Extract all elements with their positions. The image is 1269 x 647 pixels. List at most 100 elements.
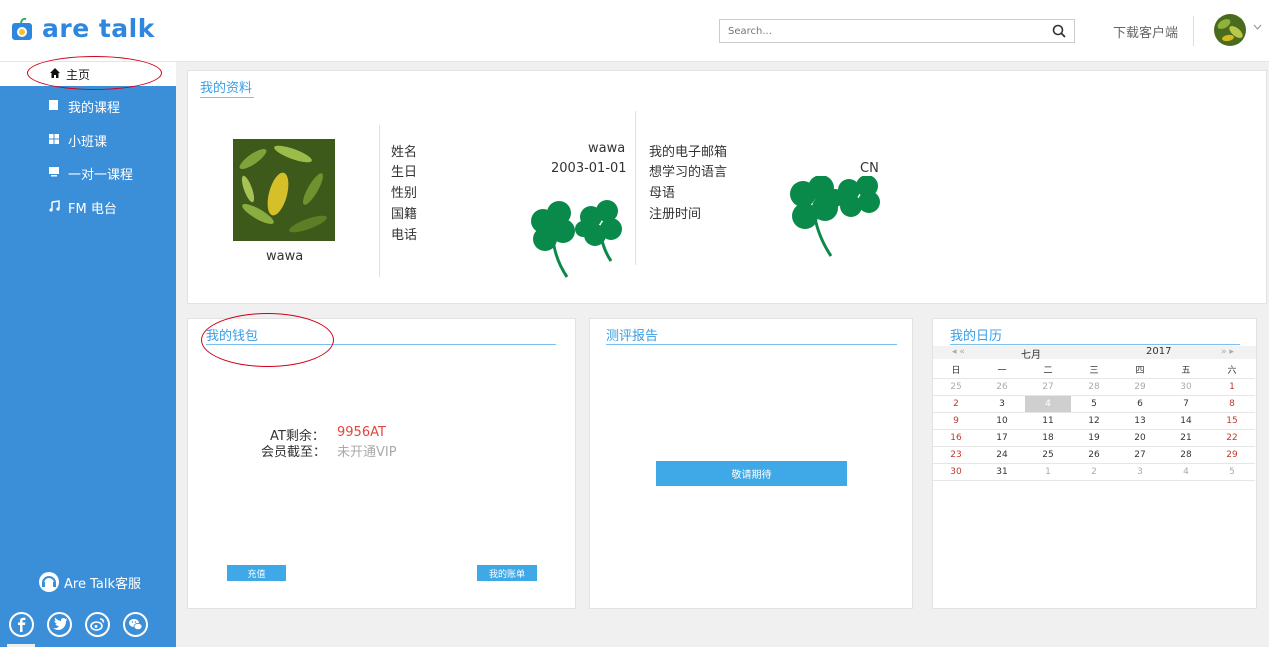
calendar-day[interactable]: 26 (979, 378, 1025, 396)
logo[interactable]: are talk (10, 14, 155, 43)
calendar-day[interactable]: 6 (1117, 395, 1163, 413)
sidebar-item-fm-radio[interactable]: FM 电台 (0, 192, 176, 222)
profile-title-underline (200, 97, 254, 98)
calendar-day[interactable]: 28 (1163, 446, 1209, 464)
calendar-week-row: 16 17 18 19 20 21 22 (933, 429, 1255, 447)
calendar-weekday: 日 (933, 361, 979, 379)
calendar-day[interactable]: 3 (979, 395, 1025, 413)
wallet-title: 我的钱包 (206, 329, 259, 344)
sidebar-item-label: 小班课 (68, 135, 108, 150)
phone-label: 电话 (391, 228, 418, 243)
calendar-day[interactable]: 14 (1163, 412, 1209, 430)
twitter-icon[interactable] (47, 612, 72, 637)
calendar-day[interactable]: 24 (979, 446, 1025, 464)
calendar-prev-button[interactable]: ◂ « (952, 347, 965, 357)
calendar-day[interactable]: 29 (1209, 446, 1255, 464)
calendar-day[interactable]: 31 (979, 463, 1025, 481)
coming-soon-button[interactable]: 敬请期待 (656, 461, 847, 486)
sidebar-item-label: 主页 (66, 68, 91, 82)
calendar-day[interactable]: 9 (933, 412, 979, 430)
wechat-icon[interactable] (123, 612, 148, 637)
calendar-day[interactable]: 19 (1071, 429, 1117, 447)
gender-label: 性别 (391, 186, 418, 201)
calendar-day[interactable]: 25 (933, 378, 979, 396)
sidebar-item-one-on-one[interactable]: 一对一课程 (0, 158, 176, 188)
facebook-icon[interactable] (9, 612, 34, 637)
recharge-button[interactable]: 充值 (227, 565, 286, 581)
profile-panel: 我的资料 wawa 姓名 wawa 生日 2003-01-01 性别 国籍 电话… (187, 70, 1267, 304)
calendar-day[interactable]: 15 (1209, 412, 1255, 430)
calendar-weekday: 一 (979, 361, 1025, 379)
calendar-day[interactable]: 22 (1209, 429, 1255, 447)
calendar-day[interactable]: 1 (1209, 378, 1255, 396)
calendar-day[interactable]: 10 (979, 412, 1025, 430)
calendar-month[interactable]: 七月 (1021, 346, 1041, 361)
calendar-day[interactable]: 28 (1071, 378, 1117, 396)
calendar-day[interactable]: 4 (1025, 395, 1071, 413)
sidebar-item-my-courses[interactable]: 我的课程 (0, 91, 176, 121)
search-box[interactable] (719, 19, 1075, 43)
calendar-day[interactable]: 17 (979, 429, 1025, 447)
calendar-day[interactable]: 25 (1025, 446, 1071, 464)
name-label: 姓名 (391, 145, 418, 160)
calendar-title-underline (950, 344, 1240, 345)
calendar-day[interactable]: 13 (1117, 412, 1163, 430)
calendar-day[interactable]: 27 (1025, 378, 1071, 396)
birthday-label: 生日 (391, 165, 418, 180)
calendar-day[interactable]: 29 (1117, 378, 1163, 396)
vip-label: 会员截至： (261, 445, 327, 460)
calendar-week-row: 25 26 27 28 29 30 1 (933, 378, 1255, 396)
calendar-year[interactable]: 2017 (1146, 346, 1171, 357)
calendar-grid: 日一二三四五六 25 26 27 28 29 30 1 2 3 4 5 6 7 8 9 10 11 12 13 14 15… (933, 361, 1255, 481)
my-bill-button[interactable]: 我的账单 (477, 565, 537, 581)
calendar-day[interactable]: 5 (1209, 463, 1255, 481)
calendar-next-button[interactable]: » ▸ (1221, 347, 1234, 357)
calendar-day[interactable]: 30 (1163, 378, 1209, 396)
calendar-day[interactable]: 16 (933, 429, 979, 447)
customer-service-label: Are Talk客服 (64, 576, 141, 592)
weibo-icon[interactable] (85, 612, 110, 637)
calendar-header: ◂ « 七月 2017 » ▸ (933, 346, 1256, 361)
calendar-day[interactable]: 2 (1071, 463, 1117, 481)
customer-service-link[interactable]: Are Talk客服 (38, 571, 141, 593)
clover-redaction (790, 176, 880, 257)
wallet-title-underline (206, 344, 556, 345)
search-icon[interactable] (1052, 24, 1066, 38)
sidebar-item-label: 一对一课程 (68, 168, 134, 183)
calendar-panel: 我的日历 ◂ « 七月 2017 » ▸ 日一二三四五六 25 26 27 28 29 30… (932, 318, 1257, 609)
search-input[interactable] (720, 20, 1040, 42)
sidebar-item-home[interactable]: 主页 (0, 62, 176, 86)
calendar-day[interactable]: 21 (1163, 429, 1209, 447)
calendar-day[interactable]: 4 (1163, 463, 1209, 481)
calendar-day[interactable]: 30 (933, 463, 979, 481)
chevron-down-icon[interactable] (1253, 24, 1262, 30)
calendar-day[interactable]: 27 (1117, 446, 1163, 464)
calendar-title: 我的日历 (950, 329, 1003, 344)
sidebar-item-label: 我的课程 (68, 101, 121, 116)
sidebar-item-small-class[interactable]: 小班课 (0, 125, 176, 155)
calendar-day[interactable]: 26 (1071, 446, 1117, 464)
calendar-day[interactable]: 18 (1025, 429, 1071, 447)
calendar-day[interactable]: 8 (1209, 395, 1255, 413)
learning-language-label: 想学习的语言 (649, 165, 728, 180)
download-client-link[interactable]: 下载客户端 (1113, 22, 1178, 41)
calendar-day[interactable]: 20 (1117, 429, 1163, 447)
calendar-day[interactable]: 2 (933, 395, 979, 413)
calendar-day[interactable]: 7 (1163, 395, 1209, 413)
calendar-day[interactable]: 23 (933, 446, 979, 464)
profile-title: 我的资料 (200, 81, 253, 96)
calendar-weekday: 三 (1071, 361, 1117, 379)
music-icon (49, 200, 60, 212)
calendar-day[interactable]: 1 (1025, 463, 1071, 481)
calendar-day[interactable]: 5 (1071, 395, 1117, 413)
calendar-weekday: 六 (1209, 361, 1255, 379)
avatar[interactable] (1214, 14, 1246, 46)
calendar-weekday: 二 (1025, 361, 1071, 379)
calendar-day[interactable]: 3 (1117, 463, 1163, 481)
sidebar-item-label: FM 电台 (68, 202, 117, 217)
calendar-day[interactable]: 11 (1025, 412, 1071, 430)
calendar-weekday: 四 (1117, 361, 1163, 379)
profile-name: wawa (266, 249, 304, 264)
report-title: 测评报告 (606, 329, 659, 344)
calendar-day[interactable]: 12 (1071, 412, 1117, 430)
